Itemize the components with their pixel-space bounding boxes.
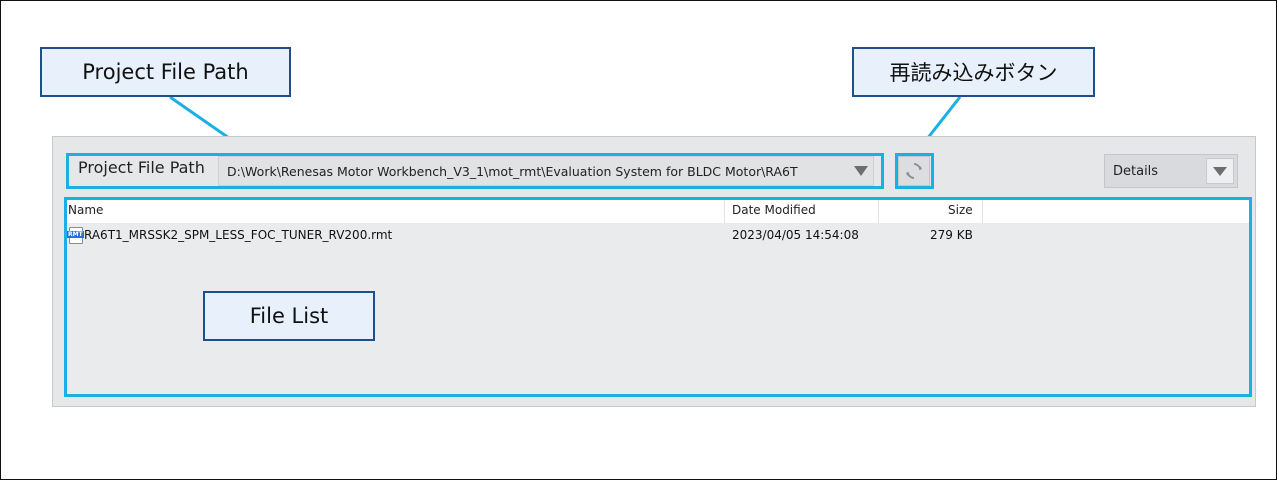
view-mode-dropdown-button[interactable]	[1206, 158, 1234, 184]
view-mode-value: Details	[1113, 164, 1159, 179]
callout-project-file-path-label: Project File Path	[82, 60, 249, 84]
callout-file-list-label: File List	[249, 304, 329, 328]
callout-file-list: File List	[203, 291, 375, 341]
callout-reload-button-label: 再読み込みボタン	[889, 61, 1058, 85]
callout-reload-button: 再読み込みボタン	[852, 47, 1095, 97]
view-mode-dropdown[interactable]: Details	[1104, 154, 1238, 188]
highlight-reload-button	[895, 153, 934, 189]
chevron-down-icon	[1213, 166, 1227, 176]
callout-project-file-path: Project File Path	[40, 47, 291, 97]
highlight-project-file-path	[66, 153, 884, 189]
